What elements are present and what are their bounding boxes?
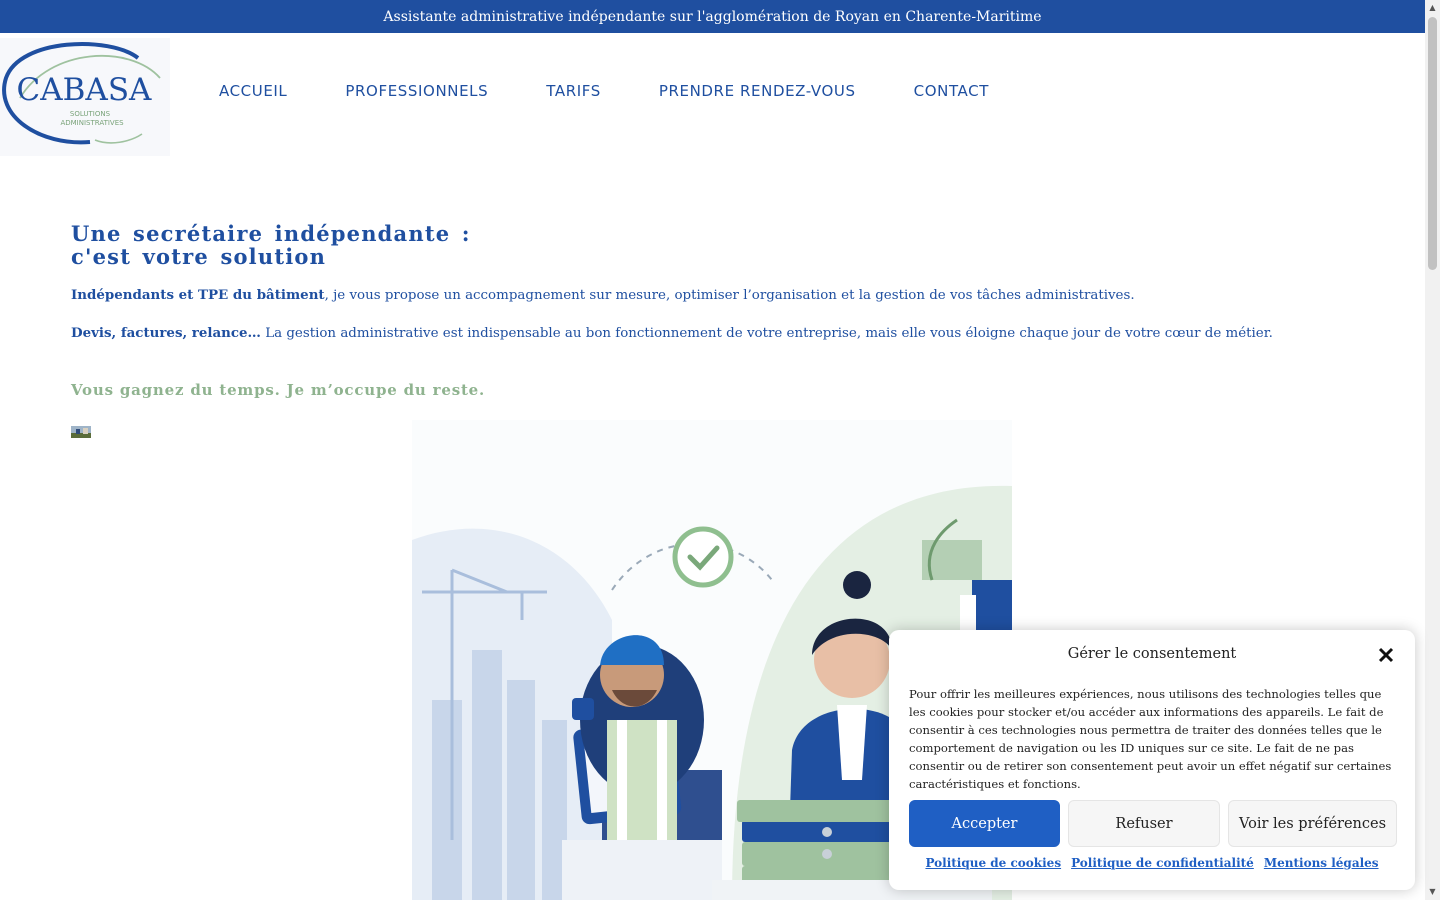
consent-title: Gérer le consentement xyxy=(1067,646,1237,662)
page-heading: Une secrétaire indépendante : c'est votr… xyxy=(71,222,471,268)
announcement-text: Assistante administrative indépendante s… xyxy=(383,8,1042,25)
p1-bold: Indépendants et TPE du bâtiment xyxy=(71,287,325,303)
privacy-policy-link[interactable]: Politique de confidentialité xyxy=(1071,856,1254,870)
site-logo[interactable]: CABASA SOLUTIONS ADMINISTRATIVES xyxy=(0,38,170,156)
heading-line-1: Une secrétaire indépendante : xyxy=(71,221,471,246)
heading-line-2: c'est votre solution xyxy=(71,244,327,269)
logo-sub-2: ADMINISTRATIVES xyxy=(60,119,124,127)
check-circle-icon xyxy=(672,526,734,588)
consent-description: Pour offrir les meilleures expériences, … xyxy=(909,687,1392,791)
small-thumbnail-image xyxy=(71,423,91,438)
nav-accueil[interactable]: ACCUEIL xyxy=(219,82,287,100)
p2-bold: Devis, factures, relance… xyxy=(71,325,261,341)
scroll-down-arrow-icon[interactable]: ▼ xyxy=(1428,887,1437,897)
logo-sub-1: SOLUTIONS xyxy=(70,110,111,118)
scrollbar-thumb[interactable] xyxy=(1428,17,1437,270)
cookie-consent-dialog: Gérer le consentement Pour offrir les me… xyxy=(889,630,1415,890)
accept-button[interactable]: Accepter xyxy=(909,800,1060,847)
consent-links: Politique de cookies Politique de confid… xyxy=(889,856,1415,870)
nav-professionnels[interactable]: PROFESSIONNELS xyxy=(345,82,488,100)
logo-wordmark: CABASA xyxy=(17,72,153,108)
preferences-button[interactable]: Voir les préférences xyxy=(1228,800,1397,847)
cookie-policy-link[interactable]: Politique de cookies xyxy=(925,856,1061,870)
nav-tarifs[interactable]: TARIFS xyxy=(546,82,601,100)
nav-contact[interactable]: CONTACT xyxy=(914,82,989,100)
intro-paragraph-2: Devis, factures, relance… La gestion adm… xyxy=(71,325,1273,341)
refuse-button[interactable]: Refuser xyxy=(1068,800,1220,847)
page-scrollbar[interactable]: ▲ ▼ xyxy=(1425,0,1440,900)
nav-prendre-rendez-vous[interactable]: PRENDRE RENDEZ-VOUS xyxy=(659,82,856,100)
legal-notice-link[interactable]: Mentions légales xyxy=(1264,856,1379,870)
main-navigation: ACCUEIL PROFESSIONNELS TARIFS PRENDRE RE… xyxy=(219,82,1047,100)
scroll-up-arrow-icon[interactable]: ▲ xyxy=(1428,3,1437,13)
close-icon[interactable] xyxy=(1377,646,1395,664)
tagline: Vous gagnez du temps. Je m’occupe du res… xyxy=(71,381,486,399)
top-announcement-bar: Assistante administrative indépendante s… xyxy=(0,0,1425,33)
p1-rest: , je vous propose un accompagnement sur … xyxy=(324,288,1135,303)
p2-rest: La gestion administrative est indispensa… xyxy=(260,326,1273,341)
intro-paragraph-1: Indépendants et TPE du bâtiment, je vous… xyxy=(71,287,1135,303)
